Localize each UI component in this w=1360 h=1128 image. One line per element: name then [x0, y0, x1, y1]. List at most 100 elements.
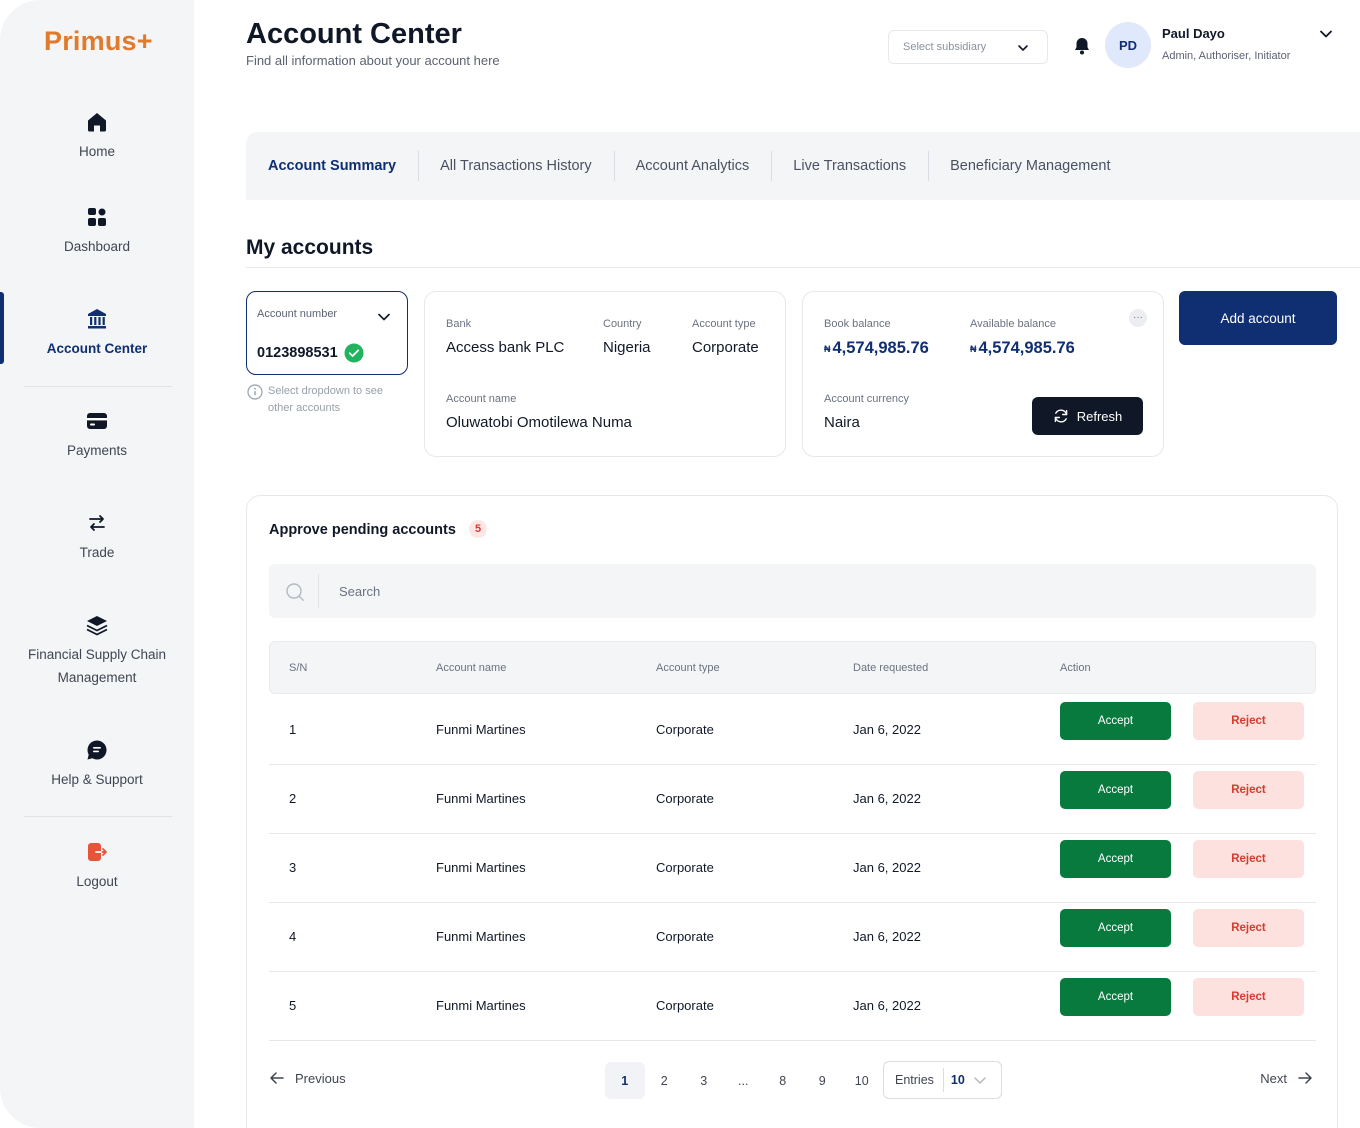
accept-button[interactable]: Accept [1060, 840, 1171, 878]
page-subtitle: Find all information about your account … [246, 53, 500, 68]
sidebar-item-financial-supply-chain[interactable]: Financial Supply Chain Management [0, 613, 194, 689]
cell-account-type: Corporate [656, 791, 714, 806]
search-divider [318, 574, 319, 608]
cell-date-requested: Jan 6, 2022 [853, 998, 921, 1013]
notification-bell-icon[interactable] [1072, 36, 1092, 56]
cell-account-name: Funmi Martines [436, 860, 526, 875]
country-value: Nigeria [603, 339, 651, 356]
chevron-down-icon [378, 313, 390, 321]
sidebar-item-dashboard[interactable]: Dashboard [0, 205, 194, 258]
account-number-dropdown[interactable]: Account number 0123898531 [246, 291, 408, 375]
cell-date-requested: Jan 6, 2022 [853, 860, 921, 875]
accept-button[interactable]: Accept [1060, 771, 1171, 809]
next-label: Next [1260, 1070, 1287, 1086]
page-button-10[interactable]: 10 [842, 1062, 882, 1099]
tab-beneficiary-management[interactable]: Beneficiary Management [928, 151, 1132, 181]
more-options-button[interactable]: ··· [1129, 309, 1147, 327]
swap-icon [89, 515, 105, 531]
page-button-2[interactable]: 2 [645, 1062, 685, 1099]
sidebar-item-logout[interactable]: Logout [0, 840, 194, 893]
sidebar-item-help-support[interactable]: Help & Support [0, 738, 194, 791]
section-divider [246, 267, 1360, 268]
reject-button[interactable]: Reject [1193, 840, 1304, 878]
sidebar-item-label: Financial Supply Chain Management [27, 647, 167, 685]
arrow-right-icon [1298, 1072, 1312, 1084]
refresh-button[interactable]: Refresh [1032, 397, 1143, 435]
sidebar-item-label: Logout [76, 874, 118, 889]
account-number-value: 0123898531 [257, 345, 338, 361]
sidebar-item-home[interactable]: Home [0, 110, 194, 163]
search-input[interactable] [339, 576, 1239, 606]
entries-divider [942, 1068, 944, 1092]
book-balance-value: ₦ 4,574,985.76 [824, 339, 929, 358]
tab-account-analytics[interactable]: Account Analytics [613, 151, 772, 181]
pending-accounts-title: Approve pending accounts [269, 522, 456, 538]
column-header-sn: S/N [289, 662, 308, 674]
column-header-account-name: Account name [436, 662, 507, 674]
account-currency-label: Account currency [824, 393, 909, 405]
available-balance-amount: 4,574,985.76 [978, 339, 1075, 357]
column-header-account-type: Account type [656, 662, 720, 674]
tab-all-transactions-history[interactable]: All Transactions History [418, 151, 614, 181]
tab-account-summary[interactable]: Account Summary [268, 151, 418, 181]
accept-button[interactable]: Accept [1060, 909, 1171, 947]
sidebar-item-label: Account Center [46, 341, 148, 356]
cell-account-name: Funmi Martines [436, 998, 526, 1013]
logout-icon [88, 843, 107, 861]
reject-button[interactable]: Reject [1193, 771, 1304, 809]
user-role: Admin, Authoriser, Initiator [1162, 50, 1291, 62]
chevron-down-icon [1018, 45, 1028, 51]
sidebar-item-payments[interactable]: Payments [0, 409, 194, 462]
cell-sn: 2 [289, 791, 297, 806]
page-button-8[interactable]: 8 [763, 1062, 803, 1099]
book-balance-label: Book balance [824, 318, 891, 330]
brand-logo[interactable]: Primus+ [44, 26, 153, 57]
bank-label: Bank [446, 318, 472, 330]
cell-date-requested: Jan 6, 2022 [853, 722, 921, 737]
entries-per-page-select[interactable]: Entries 10 [883, 1061, 1002, 1099]
accept-button[interactable]: Accept [1060, 978, 1171, 1016]
cell-sn: 3 [289, 860, 297, 875]
accept-button[interactable]: Accept [1060, 702, 1171, 740]
cell-account-name: Funmi Martines [436, 791, 526, 806]
sidebar-item-label: Home [78, 144, 115, 159]
verified-check-icon [344, 343, 364, 363]
account-name-label: Account name [446, 393, 517, 405]
page-title: Account Center [246, 18, 462, 50]
sidebar-item-trade[interactable]: Trade [0, 511, 194, 564]
naira-symbol: ₦ [824, 344, 831, 354]
home-icon [88, 113, 106, 132]
my-accounts-title: My accounts [246, 236, 374, 259]
balance-card: Book balance ₦ 4,574,985.76 Available bal… [802, 291, 1164, 457]
table-row: 4 Funmi Martines Corporate Jan 6, 2022 A… [269, 903, 1316, 972]
account-type-value: Corporate [692, 339, 759, 356]
previous-page-button[interactable]: Previous [269, 1070, 346, 1086]
add-account-button[interactable]: Add account [1179, 291, 1337, 345]
page-button-1[interactable]: 1 [605, 1062, 645, 1099]
search-bar [269, 564, 1316, 618]
cell-account-type: Corporate [656, 722, 714, 737]
table-row: 3 Funmi Martines Corporate Jan 6, 2022 A… [269, 834, 1316, 903]
cell-account-name: Funmi Martines [436, 722, 526, 737]
sidebar: Primus+ Home Dashboard Account Center Pa… [0, 0, 194, 1128]
table-header: S/N Account name Account type Date reque… [269, 641, 1316, 694]
reject-button[interactable]: Reject [1193, 978, 1304, 1016]
subsidiary-select[interactable]: Select subsidiary [888, 30, 1048, 64]
naira-symbol: ₦ [970, 344, 977, 354]
user-avatar[interactable]: PD [1105, 22, 1151, 68]
entries-label: Entries [895, 1073, 934, 1087]
reject-button[interactable]: Reject [1193, 909, 1304, 947]
reject-button[interactable]: Reject [1193, 702, 1304, 740]
column-header-date-requested: Date requested [853, 662, 929, 674]
sidebar-item-account-center[interactable]: Account Center [0, 307, 194, 360]
page-button-9[interactable]: 9 [803, 1062, 843, 1099]
page-button-3[interactable]: 3 [684, 1062, 724, 1099]
sidebar-item-label: Help & Support [51, 772, 143, 787]
bank-value: Access bank PLC [446, 339, 565, 356]
arrow-left-icon [270, 1072, 284, 1084]
country-label: Country [603, 318, 642, 330]
tab-live-transactions[interactable]: Live Transactions [771, 151, 928, 181]
next-page-button[interactable]: Next [1260, 1070, 1313, 1086]
table-row: 2 Funmi Martines Corporate Jan 6, 2022 A… [269, 765, 1316, 834]
user-menu-chevron-icon[interactable] [1318, 26, 1334, 42]
